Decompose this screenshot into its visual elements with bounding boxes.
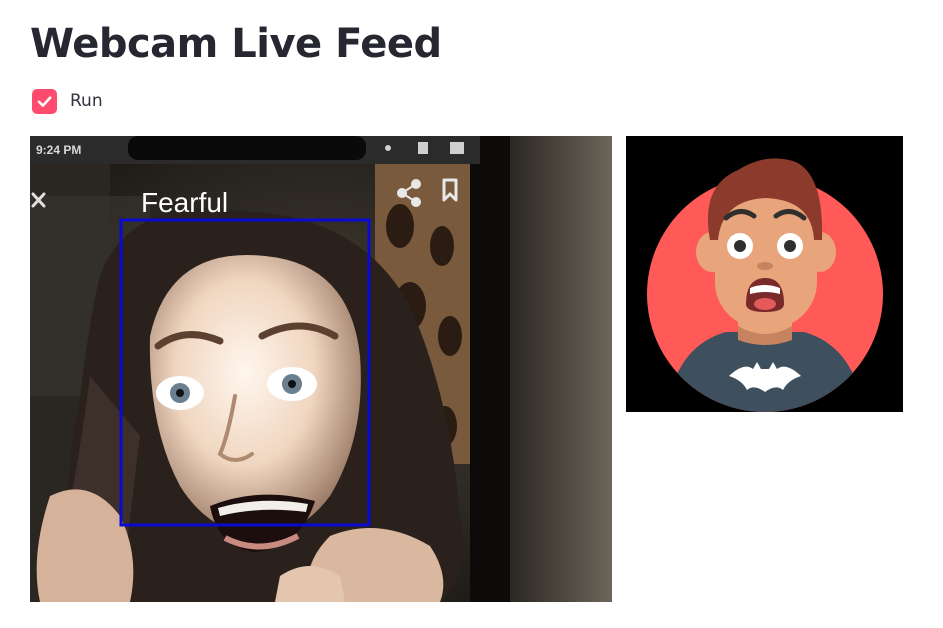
page-title: Webcam Live Feed <box>30 21 442 67</box>
run-label: Run <box>70 91 103 111</box>
run-checkbox[interactable]: Run <box>32 86 103 116</box>
checkbox-checked-icon[interactable] <box>32 88 57 114</box>
detected-emotion-label: Fearful <box>141 187 228 218</box>
phone-status-time: 9:24 PM <box>36 143 81 157</box>
emotion-emoji <box>626 136 903 412</box>
webcam-feed: 9:24 PM Fearful <box>30 136 612 602</box>
